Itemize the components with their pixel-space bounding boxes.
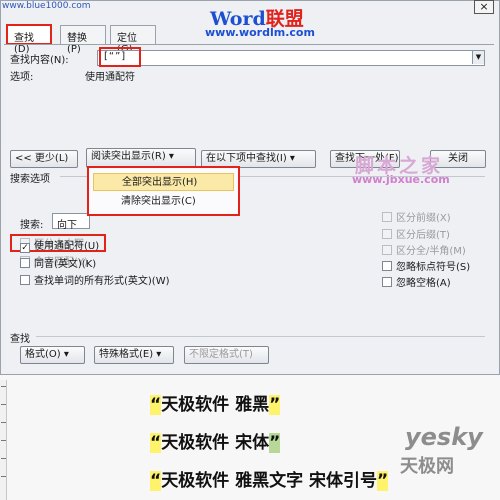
close-quote: ” [269,395,281,415]
ruler-tick [1,422,6,423]
doc-line-text: 天极软件 宋体 [161,433,270,453]
reading-highlight-button[interactable]: 阅读突出显示(R) ▾ [86,148,196,168]
doc-line-text: 天极软件 雅黑文字 宋体引号 [161,471,378,491]
ignore-spaces-checkbox[interactable]: 忽略空格(A) [382,274,451,289]
no-formatting-button[interactable]: 不限定格式(T) [184,346,269,364]
options-value: 使用通配符 [85,72,135,83]
doc-line-1: “天极软件 雅黑” [150,390,281,415]
open-quote: “ [150,471,162,491]
ruler-tick [1,458,6,459]
find-what-input[interactable] [97,50,485,66]
tab-find[interactable]: 查找(D) [6,24,52,55]
all-word-forms-checkbox[interactable]: 查找单词的所有形式(英文)(W) [20,272,170,287]
window-close-button[interactable]: × [474,0,494,14]
checkbox-box [382,261,392,271]
find-history-dropdown[interactable]: ▼ [472,51,484,64]
options-label: 选项: [10,72,34,83]
ruler-tick [1,404,6,405]
ruler-tick [1,440,6,441]
reading-highlight-menu: 全部突出显示(H) 清除突出显示(C) [87,166,240,216]
doc-line-text: 天极软件 雅黑 [161,395,270,415]
use-wildcards-checkbox[interactable]: ✓ 使用通配符(U) [20,237,100,253]
match-prefix-checkbox[interactable]: 区分前缀(X) [382,209,451,224]
match-suffix-label: 区分后缀(T) [396,230,450,241]
checkmark-icon: ✓ [20,243,30,253]
open-quote: “ [150,433,162,453]
close-quote: ” [269,433,281,453]
find-what-label: 查找内容(N): [10,55,69,66]
checkbox-box [382,277,392,287]
checkbox-box [20,258,30,268]
ignore-spaces-label: 忽略空格(A) [396,278,451,289]
doc-line-3: “天极软件 雅黑文字 宋体引号” [150,466,389,491]
close-quote: ” [377,471,389,491]
sounds-like-label: 同音(英文)(K) [34,259,97,270]
all-word-forms-label: 查找单词的所有形式(英文)(W) [34,276,170,287]
tab-replace[interactable]: 替换(P) [60,25,106,55]
open-quote: “ [150,395,162,415]
doc-line-2: “天极软件 宋体” [150,428,281,453]
find-value-highlight [99,47,141,67]
vertical-ruler [0,380,7,500]
watermark-blue1000: www.blue1000.com [2,1,91,11]
watermark-jbxue-url: www.jbxue.com [352,173,450,186]
ruler-tick [1,386,6,387]
find-section-title: 查找 [10,334,30,345]
ruler-tick [1,476,6,477]
watermark-yesky-sub: 天极网 [400,456,454,477]
search-options-title: 搜索选项 [10,174,50,185]
menu-item-clear-highlight[interactable]: 清除突出显示(C) [93,193,234,211]
ignore-punctuation-checkbox[interactable]: 忽略标点符号(S) [382,258,471,273]
special-button[interactable]: 特殊格式(E) ▾ [94,346,174,364]
match-suffix-checkbox[interactable]: 区分后缀(T) [382,226,450,241]
checkbox-box [20,275,30,285]
checkbox-box [382,229,392,239]
use-wildcards-label: 使用通配符(U) [34,241,100,252]
format-button[interactable]: 格式(O) ▾ [20,346,85,364]
menu-item-highlight-all[interactable]: 全部突出显示(H) [93,173,234,191]
find-section-divider [36,336,485,337]
search-direction-value: 向下 [57,220,77,231]
tab-divider [4,44,494,45]
watermark-yesky-logo: yesky [405,423,483,451]
checkbox-box [382,245,392,255]
tab-goto[interactable]: 定位(G) [110,25,156,55]
match-width-label: 区分全/半角(M) [396,246,466,257]
sounds-like-checkbox[interactable]: 同音(英文)(K) [20,255,97,270]
match-prefix-label: 区分前缀(X) [396,213,451,224]
checkbox-box [382,212,392,222]
ignore-punctuation-label: 忽略标点符号(S) [396,262,471,273]
brand-url: www.wordlm.com [205,26,315,39]
less-button[interactable]: << 更少(L) [10,150,78,168]
search-direction-label: 搜索: [20,220,44,231]
match-width-checkbox[interactable]: 区分全/半角(M) [382,242,466,257]
